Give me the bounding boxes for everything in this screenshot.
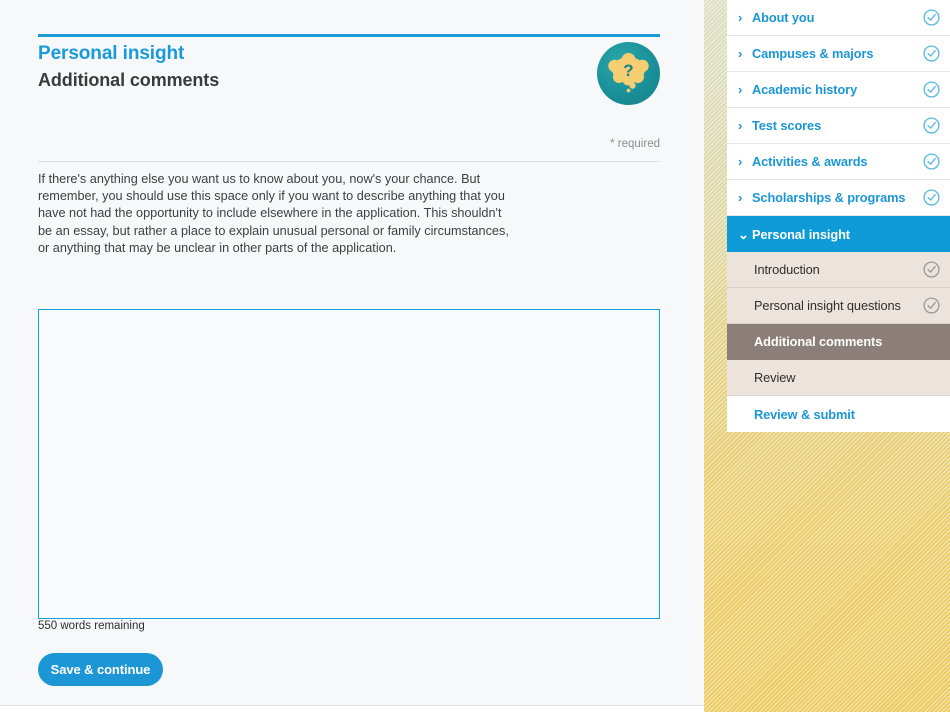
chevron-right-icon: › <box>738 118 743 133</box>
sidebar-subitem-label: Introduction <box>754 262 820 277</box>
chevron-right-icon: › <box>738 46 743 61</box>
check-circle-blue-icon <box>922 9 940 27</box>
sidebar-subitem-review[interactable]: Review <box>727 360 950 396</box>
sidebar-item-label: Activities & awards <box>752 154 868 169</box>
sidebar-subitem-additional-comments[interactable]: Additional comments <box>727 324 950 360</box>
svg-text:?: ? <box>623 61 633 80</box>
word-count-label: 550 words remaining <box>38 620 145 632</box>
additional-comments-textarea[interactable] <box>38 309 660 619</box>
sidebar-item-label: Scholarships & programs <box>752 190 906 205</box>
sidebar-item-activities-awards[interactable]: › Activities & awards <box>727 144 950 180</box>
nav-check-placeholder <box>922 405 940 423</box>
instructions-text: If there's anything else you want us to … <box>38 172 509 255</box>
check-circle-blue-icon <box>922 153 940 171</box>
sidebar-subitem-label: Review <box>754 370 796 385</box>
chevron-right-icon: › <box>738 190 743 205</box>
header-top-rule <box>38 34 660 37</box>
sidebar-subitem-introduction[interactable]: Introduction <box>727 252 950 288</box>
header-divider <box>38 161 660 162</box>
sidebar-item-label: About you <box>752 10 815 25</box>
page-eyebrow-title: Personal insight <box>38 43 185 64</box>
check-circle-grey-icon <box>922 261 940 279</box>
chevron-right-icon: › <box>738 82 743 97</box>
check-circle-blue-icon <box>922 189 940 207</box>
sidebar-item-label: Academic history <box>752 82 858 97</box>
sidebar-item-scholarships-programs[interactable]: › Scholarships & programs <box>727 180 950 216</box>
save-and-continue-button[interactable]: Save & continue <box>38 653 163 686</box>
sidebar-item-personal-insight[interactable]: ⌄ Personal insight <box>727 216 950 252</box>
sidebar-item-label: Campuses & majors <box>752 46 874 61</box>
thought-bubble-glyph: ? <box>608 53 649 93</box>
sidebar-item-academic-history[interactable]: › Academic history <box>727 72 950 108</box>
nav-check-placeholder <box>922 369 940 387</box>
page-title: Additional comments <box>38 70 220 90</box>
sidebar-subitem-label: Review & submit <box>754 406 855 422</box>
sidebar-subitem-personal-insight-questions[interactable]: Personal insight questions <box>727 288 950 324</box>
sidebar-subitem-label: Personal insight questions <box>754 298 901 313</box>
sidebar-item-test-scores[interactable]: › Test scores <box>727 108 950 144</box>
chevron-down-icon: ⌄ <box>738 226 749 242</box>
chevron-right-icon: › <box>738 10 743 25</box>
sidebar-subitem-label: Additional comments <box>754 334 883 349</box>
main-content-panel: Personal insight Additional comments ? *… <box>0 0 704 706</box>
sidebar-item-label: Test scores <box>752 118 822 133</box>
sidebar-item-campuses-majors[interactable]: › Campuses & majors <box>727 36 950 72</box>
question-thought-bubble-icon: ? <box>597 42 660 105</box>
check-circle-blue-icon <box>922 117 940 135</box>
check-circle-blue-icon <box>922 81 940 99</box>
sidebar-item-label: Personal insight <box>752 226 850 242</box>
nav-check-placeholder <box>922 225 940 243</box>
check-circle-blue-icon <box>922 45 940 63</box>
required-note: * required <box>610 138 660 150</box>
sidebar-item-about-you[interactable]: › About you <box>727 0 950 36</box>
section-navigation: › About you › Campuses & majors › Academ… <box>727 0 950 432</box>
check-circle-grey-icon <box>922 297 940 315</box>
chevron-right-icon: › <box>738 154 743 169</box>
nav-check-placeholder <box>922 333 940 351</box>
sidebar-subitem-review-and-submit[interactable]: Review & submit <box>727 396 950 432</box>
